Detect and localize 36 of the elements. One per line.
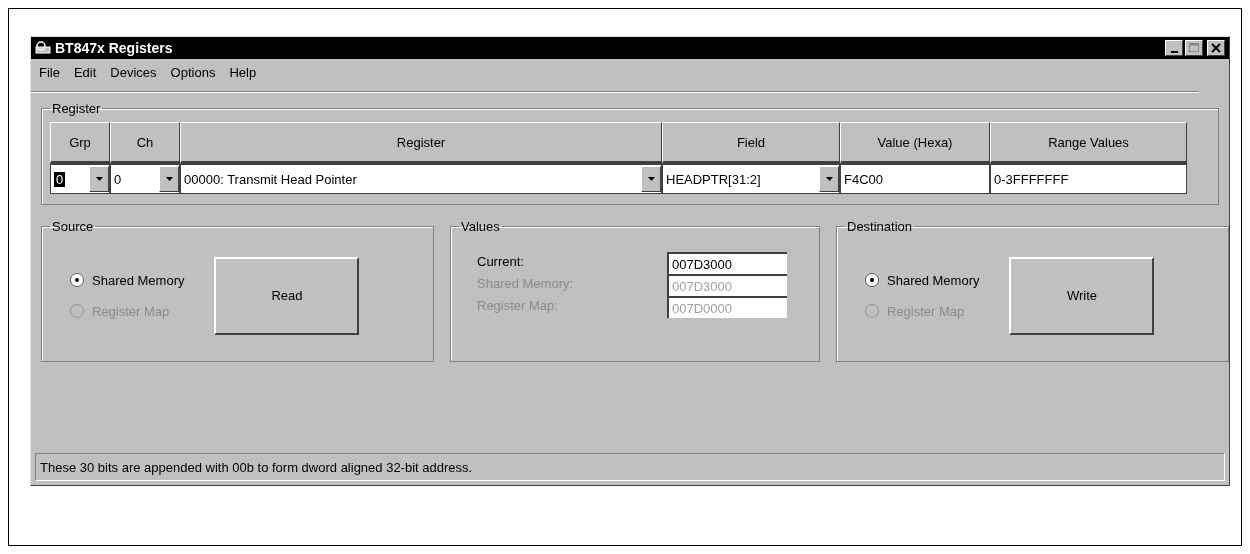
- dropdown-arrow-icon: [647, 177, 655, 181]
- minimize-button[interactable]: [1165, 40, 1183, 56]
- maximize-icon: [1189, 43, 1199, 53]
- register-dropdown[interactable]: 00000: Transmit Head Pointer: [180, 164, 662, 194]
- radio-button[interactable]: [865, 273, 879, 287]
- write-button[interactable]: Write: [1009, 256, 1155, 335]
- value-label: Current:: [477, 253, 525, 271]
- minimize-icon: [1170, 50, 1178, 53]
- read-button[interactable]: Read: [214, 256, 360, 335]
- group-dropdown[interactable]: 0: [50, 164, 110, 194]
- channel-dropdown[interactable]: 0: [110, 164, 180, 194]
- radio-button[interactable]: [70, 273, 84, 287]
- group-title: Register: [51, 101, 102, 116]
- group-title: Destination: [846, 219, 914, 234]
- dropdown-arrow-icon: [165, 177, 173, 181]
- maximize-button[interactable]: [1185, 40, 1203, 56]
- value-field[interactable]: 007D3000: [667, 252, 787, 274]
- range-field[interactable]: 0-3FFFFFFF: [990, 164, 1187, 194]
- radio-label: Shared Memory: [92, 272, 185, 288]
- menu-item[interactable]: File: [39, 64, 60, 80]
- window-title: BT847x Registers: [55, 40, 173, 56]
- menu-item[interactable]: Edit: [73, 64, 97, 80]
- field-dropdown[interactable]: HEADPTR[31:2]: [662, 164, 840, 194]
- close-icon: [1211, 43, 1221, 53]
- group-title: Source: [51, 219, 95, 234]
- status-bar: These 30 bits are appended with 00b to form dword aligned 32-bit address.: [35, 453, 1225, 481]
- group-title: Values: [460, 219, 501, 234]
- menu-item[interactable]: Devices: [110, 64, 157, 80]
- dropdown-arrow-icon: [825, 177, 833, 181]
- app-icon: [35, 41, 51, 55]
- value-field[interactable]: F4C00: [840, 164, 990, 194]
- close-button[interactable]: [1207, 40, 1225, 56]
- radio-label: Shared Memory: [887, 272, 980, 288]
- dropdown-arrow-icon: [95, 177, 103, 181]
- menu-item[interactable]: Options: [170, 64, 216, 80]
- menu-item[interactable]: Help: [229, 64, 257, 80]
